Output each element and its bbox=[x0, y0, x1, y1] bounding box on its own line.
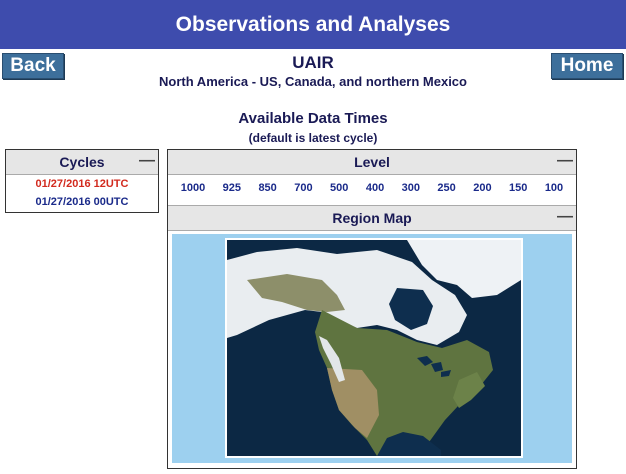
cycles-panel-title: Cycles bbox=[59, 154, 105, 170]
cycle-item[interactable]: 01/27/2016 00UTC bbox=[6, 193, 158, 211]
page-banner: Observations and Analyses bbox=[0, 0, 626, 49]
region-map-image[interactable] bbox=[225, 238, 523, 458]
level-link[interactable]: 150 bbox=[509, 182, 527, 194]
region-map-header: Region Map — bbox=[168, 205, 576, 231]
region-map-area bbox=[172, 234, 572, 463]
north-america-satellite-map bbox=[227, 240, 521, 456]
level-link[interactable]: 925 bbox=[223, 182, 241, 194]
product-subtitle: North America - US, Canada, and northern… bbox=[159, 74, 467, 89]
level-link[interactable]: 850 bbox=[258, 182, 276, 194]
level-panel-title: Level bbox=[354, 154, 390, 170]
level-link[interactable]: 400 bbox=[366, 182, 384, 194]
level-link[interactable]: 1000 bbox=[181, 182, 205, 194]
cycles-panel: Cycles — 01/27/2016 12UTC 01/27/2016 00U… bbox=[5, 149, 159, 213]
level-link[interactable]: 500 bbox=[330, 182, 348, 194]
level-panel-header: Level — bbox=[168, 150, 576, 175]
level-link[interactable]: 200 bbox=[473, 182, 491, 194]
level-link[interactable]: 700 bbox=[294, 182, 312, 194]
level-panel: Level — 1000 925 850 700 500 400 300 250… bbox=[167, 149, 577, 469]
level-list: 1000 925 850 700 500 400 300 250 200 150… bbox=[168, 175, 576, 201]
available-data-times-heading: Available Data Times bbox=[238, 110, 388, 127]
level-link[interactable]: 250 bbox=[437, 182, 455, 194]
region-map-title: Region Map bbox=[332, 210, 412, 226]
region-map-collapse-icon[interactable]: — bbox=[557, 206, 573, 230]
cycle-item[interactable]: 01/27/2016 12UTC bbox=[6, 175, 158, 193]
level-collapse-icon[interactable]: — bbox=[557, 150, 573, 174]
cycles-collapse-icon[interactable]: — bbox=[139, 150, 155, 174]
page-title: Observations and Analyses bbox=[175, 13, 451, 36]
default-cycle-note: (default is latest cycle) bbox=[248, 131, 378, 145]
product-title: UAIR bbox=[292, 53, 334, 72]
level-link[interactable]: 300 bbox=[402, 182, 420, 194]
level-link[interactable]: 100 bbox=[545, 182, 563, 194]
cycles-panel-header: Cycles — bbox=[6, 150, 158, 175]
